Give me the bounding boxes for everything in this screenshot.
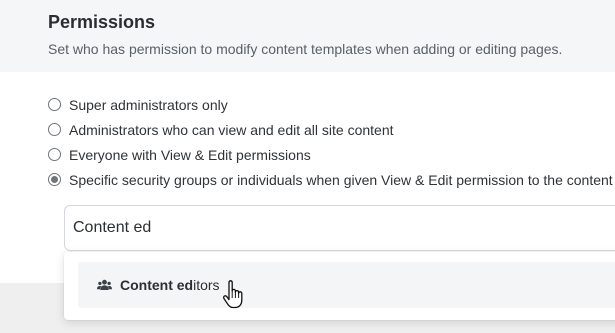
section-description: Set who has permission to modify content… — [48, 41, 563, 57]
permissions-page: Permissions Set who has permission to mo… — [0, 0, 615, 333]
radio-button-selected[interactable] — [48, 173, 61, 186]
radio-label: Super administrators only — [69, 96, 228, 113]
hand-pointer-icon — [223, 280, 243, 309]
section-title: Permissions — [48, 12, 156, 32]
radio-button[interactable] — [48, 148, 61, 161]
radio-button[interactable] — [48, 123, 61, 136]
group-search-input[interactable]: Content ed — [64, 205, 615, 251]
option-label-rest: itors — [193, 277, 220, 293]
autocomplete-dropdown: Content editors — [64, 252, 615, 320]
radio-option-administrators[interactable]: Administrators who can view and edit all… — [48, 117, 613, 142]
radio-option-view-edit[interactable]: Everyone with View & Edit permissions — [48, 142, 613, 167]
radio-option-super-admins[interactable]: Super administrators only — [48, 92, 613, 117]
permissions-header: Permissions Set who has permission to mo… — [0, 0, 615, 72]
group-icon — [97, 279, 112, 290]
search-input-value: Content ed — [73, 219, 152, 236]
radio-button[interactable] — [48, 98, 61, 111]
radio-label: Everyone with View & Edit permissions — [69, 146, 311, 163]
dropdown-option-label: Content editors — [120, 277, 220, 293]
radio-option-specific-groups[interactable]: Specific security groups or individuals … — [48, 167, 613, 192]
radio-label: Administrators who can view and edit all… — [69, 121, 394, 138]
radio-label: Specific security groups or individuals … — [69, 171, 613, 188]
option-label-match: Content ed — [120, 277, 194, 293]
dropdown-option-content-editors[interactable]: Content editors — [78, 262, 615, 308]
permission-radio-group: Super administrators only Administrators… — [48, 92, 613, 192]
